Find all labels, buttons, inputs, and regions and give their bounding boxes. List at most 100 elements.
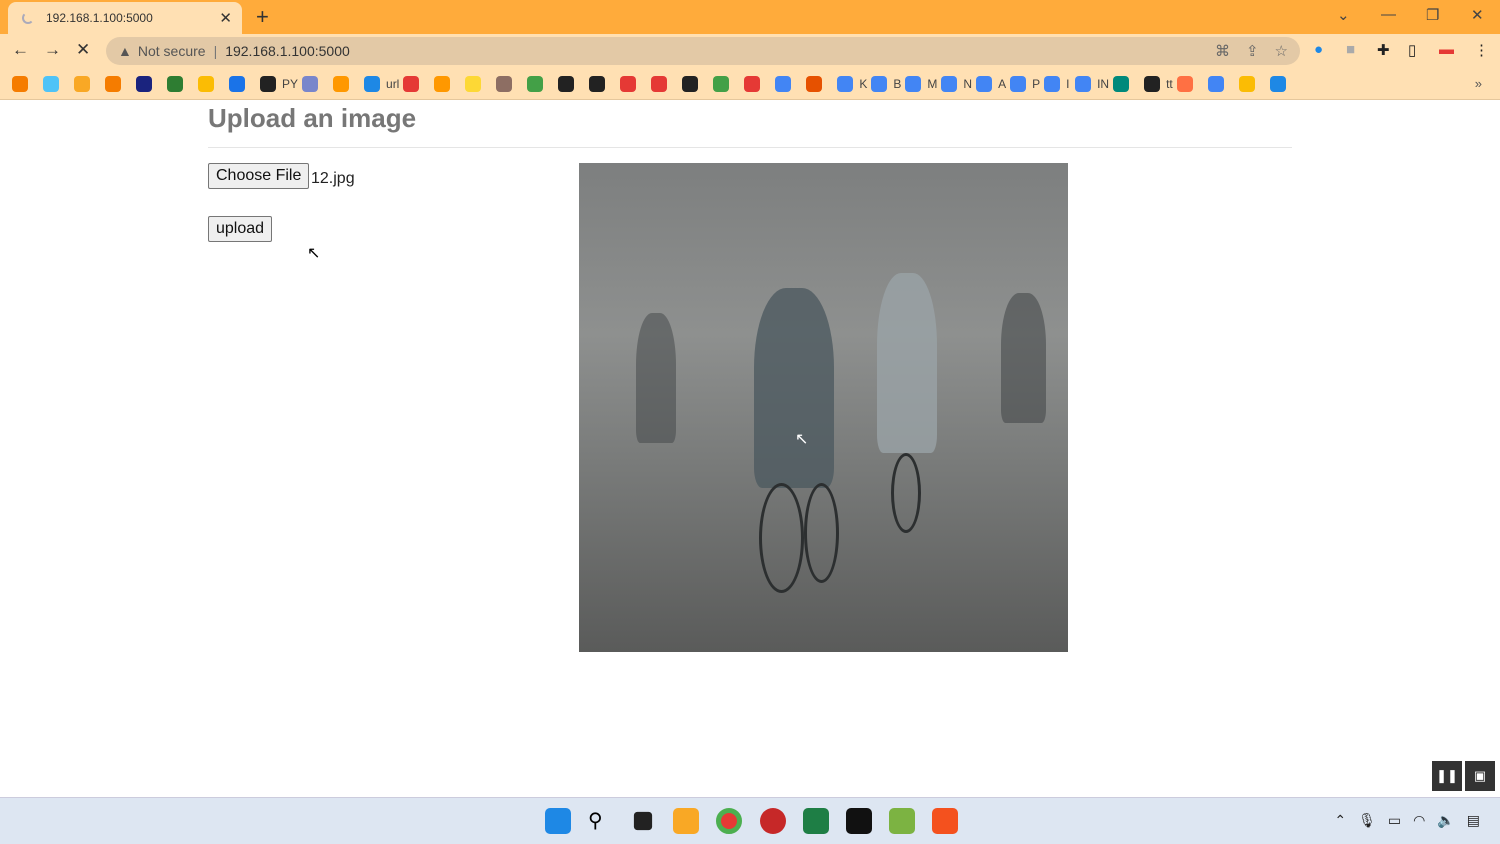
bookmark-favicon-icon [527,75,544,92]
bookmark-item[interactable]: N [941,72,972,96]
picture-in-picture-button[interactable]: ▣ [1465,761,1495,791]
excel-icon[interactable] [803,808,829,834]
task-view-icon[interactable] [633,811,653,831]
bookmark-item[interactable] [434,72,461,96]
bookmark-item[interactable] [1113,72,1140,96]
bookmark-item[interactable]: K [837,72,867,96]
bookmark-favicon-icon [1144,75,1161,92]
bookmark-item[interactable]: P [1010,72,1040,96]
bookmark-item[interactable] [682,72,709,96]
bookmark-item[interactable] [1176,72,1204,96]
upload-button[interactable]: upload [208,216,273,242]
chevron-up-icon[interactable]: ⌃ [1334,812,1346,829]
bookmark-item[interactable] [198,72,225,96]
bookmark-item[interactable] [1269,72,1297,96]
bookmark-item[interactable] [558,72,585,96]
bookmark-item[interactable] [43,72,70,96]
volume-icon[interactable]: 🔈 [1437,812,1454,829]
start-icon[interactable] [545,808,571,834]
security-label[interactable]: Not secure [138,43,206,59]
bookmark-favicon-icon [905,75,922,92]
terminal-icon[interactable] [846,808,872,834]
side-panel-icon[interactable]: ▯ [1408,41,1416,59]
forward-button[interactable]: → [44,40,61,60]
notification-icon[interactable]: ▤ [1467,812,1480,829]
bookmark-favicon-icon [12,75,28,92]
bookmark-item[interactable] [465,72,492,96]
bookmark-label: tt [1166,76,1173,91]
back-button[interactable]: ← [12,40,29,60]
url-text[interactable]: 192.168.1.100:5000 [225,43,350,59]
bookmark-item[interactable]: tt [1144,72,1173,96]
bookmark-item[interactable] [167,72,194,96]
bookmark-item[interactable] [713,72,740,96]
bookmark-item[interactable] [136,72,163,96]
extension-icon[interactable]: ● [1314,41,1323,58]
bookmark-item[interactable] [651,72,678,96]
bookmark-item[interactable] [302,72,329,96]
bookmark-item[interactable] [744,72,771,96]
bookmark-item[interactable]: PY [260,72,298,96]
pause-button[interactable]: ❚❚ [1432,761,1462,791]
bookmark-favicon-icon [744,75,761,92]
menu-icon[interactable]: ⋮ [1474,41,1489,59]
bookmark-item[interactable] [620,72,647,96]
bookmark-favicon-icon [682,75,699,92]
bookmark-item[interactable] [403,72,430,96]
bookmark-favicon-icon [941,75,958,92]
bookmark-favicon-icon [871,75,888,92]
translate-icon[interactable]: ⌘ [1215,42,1230,60]
bookmark-favicon-icon [1044,75,1061,92]
bookmark-item[interactable] [589,72,616,96]
bookmark-item[interactable]: B [871,72,901,96]
extension-icon-2[interactable]: ▬ [1439,41,1454,58]
bookmark-item[interactable] [74,72,101,96]
search-icon[interactable]: ⚲ [588,808,614,834]
app-icon-2[interactable] [889,808,915,834]
bookmark-star-icon[interactable]: ☆ [1275,42,1288,60]
share-icon[interactable]: ⇪ [1246,42,1259,60]
bookmark-item[interactable]: IN [1075,72,1109,96]
bookmark-label: I [1066,76,1070,91]
wifi-icon[interactable]: ◠ [1413,812,1425,829]
bookmark-item[interactable] [229,72,256,96]
browser-tab[interactable]: 192.168.1.100:5000 ✕ [8,2,242,34]
more-bookmarks-icon[interactable]: » [1475,76,1482,91]
minimize-button[interactable]: — [1381,6,1396,23]
bookmark-item[interactable] [333,72,360,96]
stop-loading-button[interactable]: ✕ [76,40,90,60]
bookmark-item[interactable]: I [1044,72,1071,96]
profile-icon[interactable]: ■ [1346,41,1355,58]
address-bar[interactable]: ▲ Not secure | 192.168.1.100:5000 ⌘ ⇪ ☆ [106,37,1300,65]
restore-button[interactable]: ❐ [1426,6,1439,24]
extensions-puzzle-icon[interactable]: ✚ [1377,41,1390,59]
app-icon[interactable] [760,808,786,834]
bookmark-item[interactable] [1238,72,1266,96]
bookmark-item[interactable]: url [364,72,399,96]
bookmark-favicon-icon [806,75,823,92]
new-tab-button[interactable]: + [256,4,269,30]
bookmark-item[interactable]: M [905,72,937,96]
close-tab-icon[interactable]: ✕ [219,9,232,27]
tab-search-icon[interactable]: ⌄ [1337,6,1350,24]
bookmark-item[interactable] [12,72,39,96]
system-tray: ⌃ 🎙 ▭ ◠ 🔈 ▤ [1334,812,1480,829]
battery-icon[interactable]: ▭ [1388,812,1401,829]
chrome-icon[interactable] [716,808,742,834]
sublime-icon[interactable] [932,808,958,834]
bookmark-item[interactable] [527,72,554,96]
bookmark-label: IN [1097,76,1110,91]
file-explorer-icon[interactable] [673,808,699,834]
bookmark-item[interactable] [806,72,833,96]
microphone-icon[interactable]: 🎙 [1358,812,1376,829]
bookmark-item[interactable] [1207,72,1235,96]
bookmark-item[interactable] [105,72,132,96]
mouse-cursor: ↖ [307,245,321,262]
choose-file-button[interactable]: Choose File [208,163,310,189]
bookmark-favicon-icon [260,75,276,92]
bookmark-item[interactable] [496,72,523,96]
bookmark-item[interactable]: A [976,72,1006,96]
bookmark-item[interactable] [775,72,802,96]
close-window-button[interactable]: ✕ [1471,6,1484,24]
bookmark-favicon-icon [465,75,482,92]
